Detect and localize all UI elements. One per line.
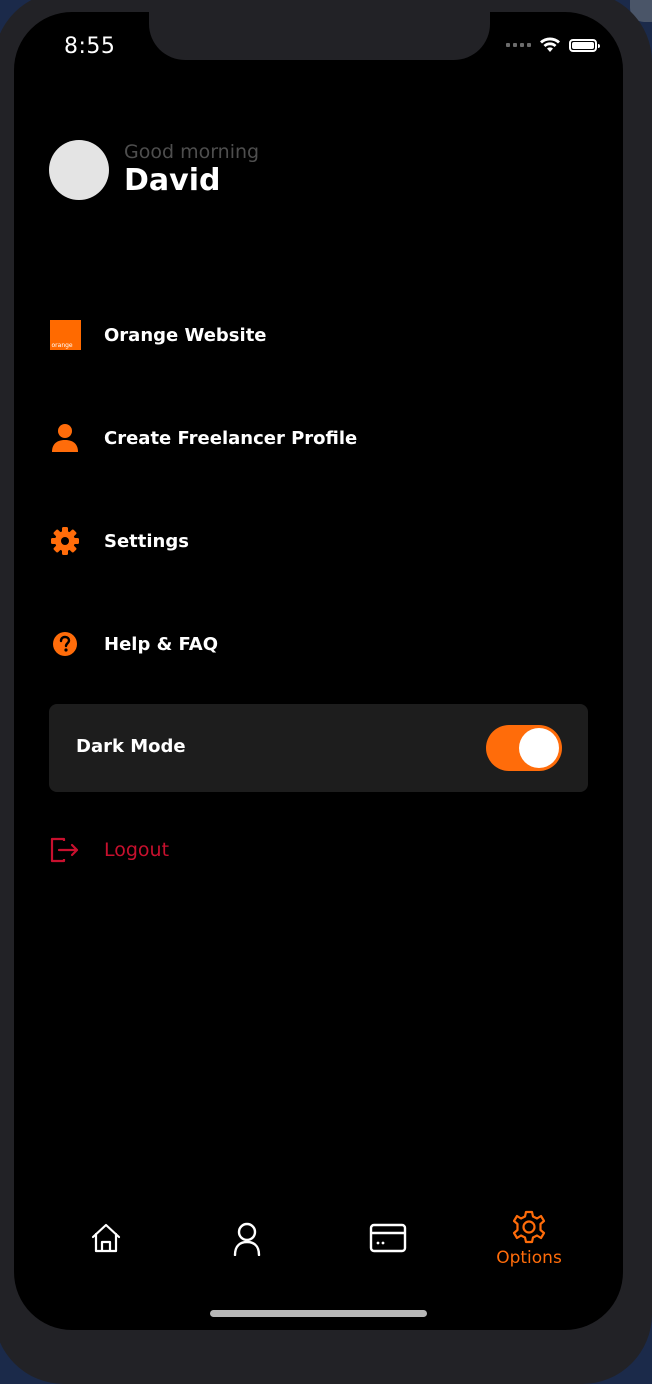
logout-button[interactable]: Logout xyxy=(49,834,169,866)
status-time: 8:55 xyxy=(64,34,116,59)
tab-home[interactable] xyxy=(66,1222,146,1254)
home-icon xyxy=(91,1223,121,1253)
menu-item-label: Create Freelancer Profile xyxy=(104,427,358,449)
status-icons xyxy=(506,37,600,53)
notch xyxy=(149,12,490,60)
menu-item-freelancer-profile[interactable]: Create Freelancer Profile xyxy=(49,422,357,454)
greeting-text: Good morning xyxy=(124,141,260,163)
home-indicator xyxy=(210,1310,427,1317)
avatar[interactable] xyxy=(49,140,109,200)
menu-item-orange-website[interactable]: orange Orange Website xyxy=(49,319,267,351)
orange-logo-icon: orange xyxy=(49,320,81,350)
menu-item-help-faq[interactable]: Help & FAQ xyxy=(49,628,218,660)
dark-mode-toggle[interactable] xyxy=(486,725,562,771)
gear-icon xyxy=(512,1210,546,1244)
toggle-knob xyxy=(519,728,559,768)
screen: 8:55 Good morning David orange Orange We… xyxy=(14,12,623,1330)
tab-payments[interactable] xyxy=(348,1223,428,1253)
signal-icon xyxy=(506,43,531,47)
tab-options[interactable]: Options xyxy=(489,1210,569,1268)
dark-mode-card: Dark Mode xyxy=(49,704,588,792)
menu-item-label: Settings xyxy=(104,530,189,552)
menu-item-settings[interactable]: Settings xyxy=(49,525,189,557)
logout-label: Logout xyxy=(104,839,170,861)
battery-icon xyxy=(569,38,600,52)
wifi-icon xyxy=(540,37,560,52)
user-name: David xyxy=(124,163,221,198)
tab-profile[interactable] xyxy=(207,1222,287,1256)
device-frame: 8:55 Good morning David orange Orange We… xyxy=(0,0,652,1384)
tab-options-label: Options xyxy=(496,1248,562,1268)
gear-icon xyxy=(49,525,81,557)
user-icon xyxy=(233,1222,261,1256)
profile-header: Good morning David xyxy=(49,140,259,200)
logout-icon xyxy=(49,834,81,866)
menu-item-label: Help & FAQ xyxy=(104,633,219,655)
menu-item-label: Orange Website xyxy=(104,324,267,346)
card-icon xyxy=(369,1223,407,1253)
tab-bar: Options xyxy=(14,1210,623,1280)
person-icon xyxy=(49,422,81,454)
dark-mode-label: Dark Mode xyxy=(76,736,186,757)
help-circle-icon xyxy=(49,628,81,660)
